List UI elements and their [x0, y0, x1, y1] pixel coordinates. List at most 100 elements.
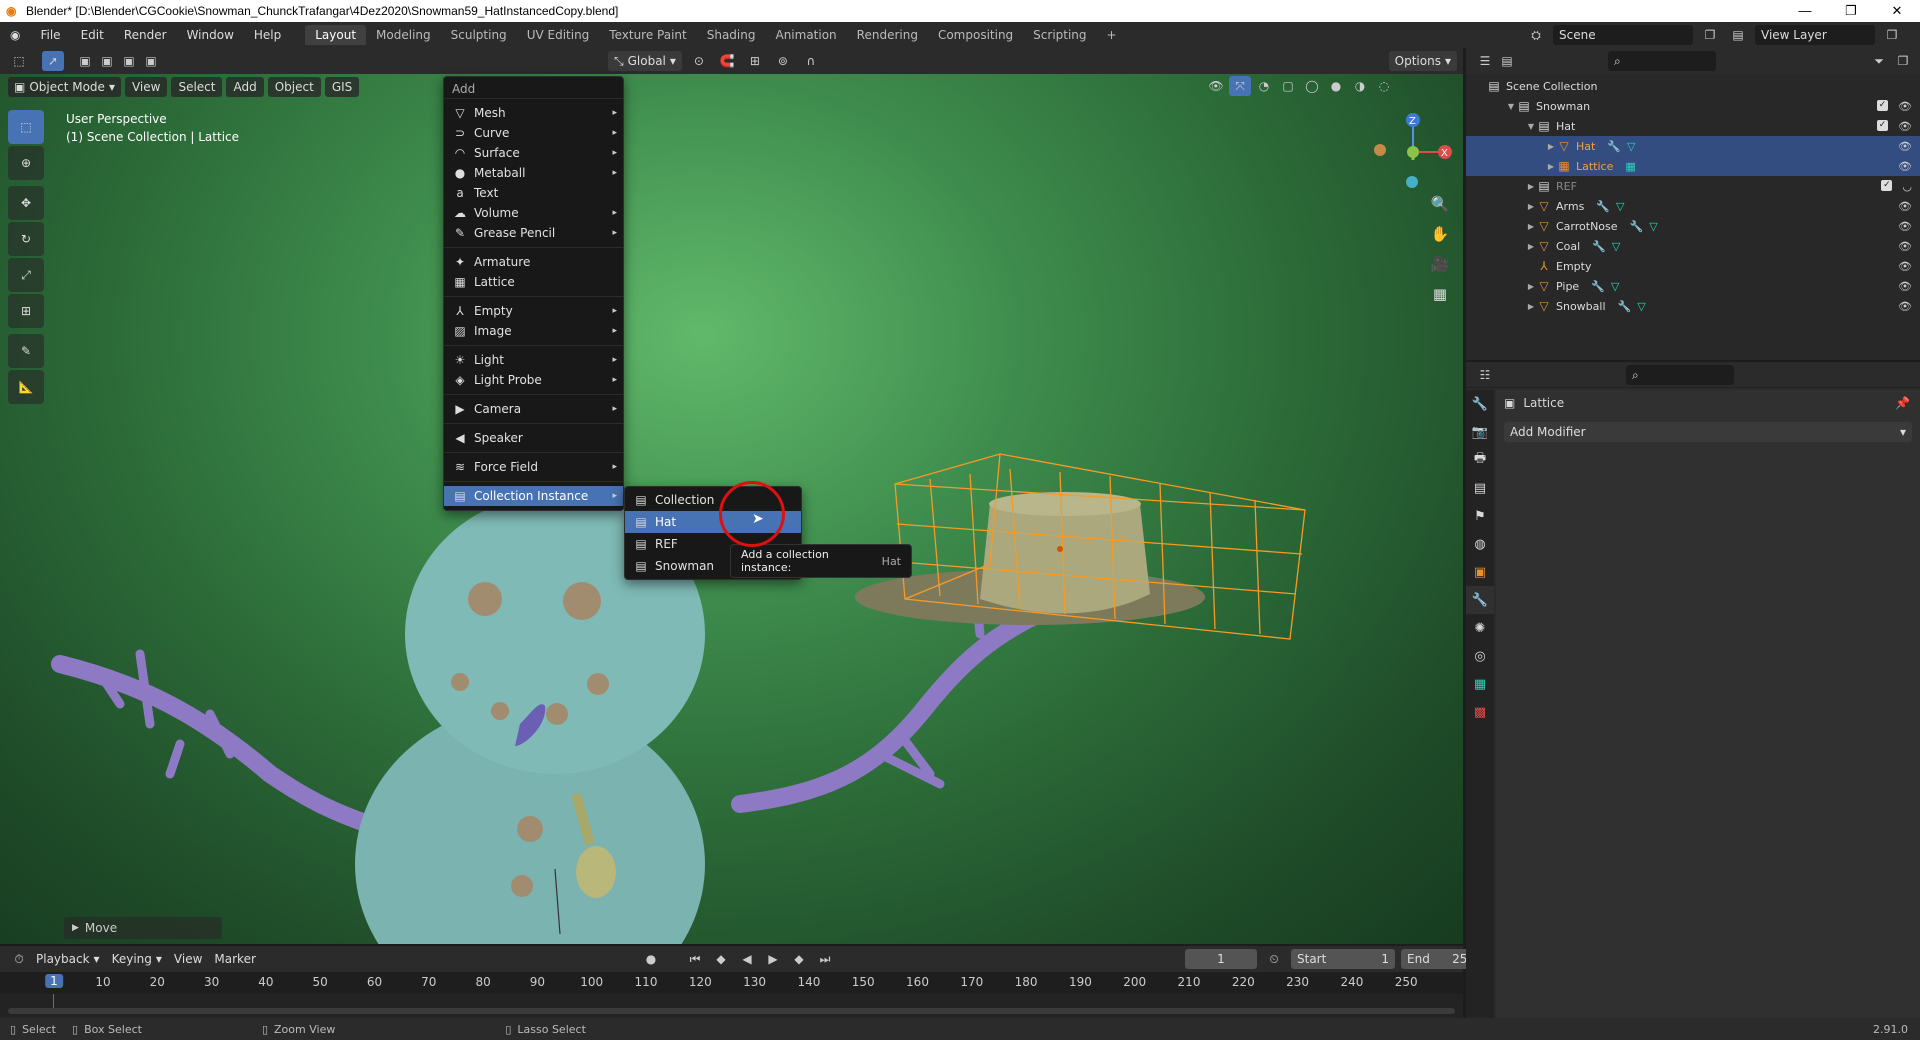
- ortho-toggle-icon[interactable]: ▦: [1428, 285, 1452, 315]
- timeline-scrollbar[interactable]: [8, 1008, 1455, 1014]
- add-menu-item-text[interactable]: a Text: [444, 183, 623, 203]
- select-mode-new-icon[interactable]: ▣: [74, 51, 96, 71]
- rotate-tool-icon[interactable]: ↻: [8, 222, 44, 256]
- pan-hand-icon[interactable]: ✋: [1428, 225, 1452, 255]
- view-layer-tab-icon[interactable]: ▤: [1466, 474, 1494, 502]
- expand-closed-icon[interactable]: ▶: [1526, 302, 1536, 311]
- outliner-row-carrotnose[interactable]: ▶ ▽ CarrotNose 🔧 ▽ 👁: [1466, 216, 1920, 236]
- add-menu-item-light[interactable]: ☀ Light ▸: [444, 350, 623, 370]
- add-menu-item-metaball[interactable]: ● Metaball ▸: [444, 163, 623, 183]
- add-menu-item-camera[interactable]: ▶ Camera ▸: [444, 399, 623, 419]
- frame-ruler[interactable]: 1 10 20 30 40 50 60 70 80 90 100 110 120 130 140 150 16…: [0, 972, 1463, 994]
- modifier-icon[interactable]: 🔧: [1596, 200, 1610, 213]
- timeline-editor-type-icon[interactable]: ⏱: [8, 949, 30, 969]
- mesh-data-icon[interactable]: ▽: [1616, 200, 1624, 213]
- select-mode-intersect-icon[interactable]: ▣: [140, 51, 162, 71]
- expand-closed-icon[interactable]: ▶: [1526, 242, 1536, 251]
- play-icon[interactable]: ▶: [762, 949, 784, 969]
- modifier-icon[interactable]: 🔧: [1630, 220, 1644, 233]
- editor-type-icon[interactable]: ⬚: [8, 51, 30, 71]
- add-modifier-dropdown[interactable]: Add Modifier ▾: [1504, 422, 1912, 442]
- expand-open-icon[interactable]: ▼: [1506, 102, 1516, 111]
- viewport-menu-select[interactable]: Select: [171, 77, 223, 97]
- expand-closed-icon[interactable]: ▶: [1526, 182, 1536, 191]
- annotate-tool-icon[interactable]: ✎: [8, 334, 44, 368]
- output-tab-icon[interactable]: 🖶: [1466, 446, 1494, 474]
- exclude-checkbox[interactable]: ✓: [1881, 179, 1893, 191]
- outliner-row-lattice[interactable]: ▶ ▦ Lattice ▦ 👁: [1466, 156, 1920, 176]
- visibility-eye-icon[interactable]: 👁: [1898, 160, 1912, 173]
- view-layer-icon[interactable]: ▤: [1727, 25, 1749, 45]
- play-reverse-icon[interactable]: ◀: [736, 949, 758, 969]
- add-menu-item-lattice[interactable]: ▦ Lattice: [444, 272, 623, 292]
- restore-button[interactable]: ❐: [1828, 0, 1874, 22]
- overlay-icon[interactable]: ◔: [1253, 76, 1275, 96]
- select-mode-extend-icon[interactable]: ▣: [96, 51, 118, 71]
- mesh-data-icon[interactable]: ▽: [1612, 240, 1620, 253]
- menu-help[interactable]: Help: [244, 28, 291, 42]
- outliner-row-scene-collection[interactable]: ▤ Scene Collection: [1466, 76, 1920, 96]
- expand-closed-icon[interactable]: ▶: [1526, 222, 1536, 231]
- outliner-row-pipe[interactable]: ▶ ▽ Pipe 🔧 ▽ 👁: [1466, 276, 1920, 296]
- tab-rendering[interactable]: Rendering: [847, 25, 928, 45]
- tab-modeling[interactable]: Modeling: [366, 25, 441, 45]
- keying-dropdown[interactable]: Keying ▾: [106, 949, 168, 969]
- outliner-row-hat[interactable]: ▶ ▽ Hat 🔧 ▽ 👁: [1466, 136, 1920, 156]
- view-layer-selector[interactable]: View Layer: [1755, 25, 1875, 45]
- marker-menu[interactable]: Marker: [208, 949, 261, 969]
- mesh-data-icon[interactable]: ▽: [1649, 220, 1657, 233]
- timeline-view-menu[interactable]: View: [168, 949, 208, 969]
- next-keyframe-icon[interactable]: ◆: [788, 949, 810, 969]
- add-menu-item-speaker[interactable]: ◀ Speaker: [444, 428, 623, 448]
- outliner-row-snowman[interactable]: ▼ ▤ Snowman ✓ 👁: [1466, 96, 1920, 116]
- prev-keyframe-icon[interactable]: ◆: [710, 949, 732, 969]
- jump-end-icon[interactable]: ⏭: [814, 949, 836, 969]
- add-menu-item-volume[interactable]: ☁ Volume ▸: [444, 203, 623, 223]
- menu-render[interactable]: Render: [114, 28, 177, 42]
- modifier-icon[interactable]: 🔧: [1592, 240, 1606, 253]
- add-menu-item-empty[interactable]: ⅄ Empty ▸: [444, 301, 623, 321]
- jump-start-icon[interactable]: ⏮: [684, 949, 706, 969]
- scale-tool-icon[interactable]: ⤢: [8, 258, 44, 292]
- snap-target-icon[interactable]: ⊞: [744, 51, 766, 71]
- visibility-eye-icon[interactable]: ◡: [1902, 180, 1912, 193]
- record-icon[interactable]: ●: [640, 949, 662, 969]
- expand-closed-icon[interactable]: ▶: [1546, 142, 1556, 151]
- tab-sculpting[interactable]: Sculpting: [441, 25, 517, 45]
- mesh-data-icon[interactable]: ▽: [1611, 280, 1619, 293]
- minimize-button[interactable]: —: [1782, 0, 1828, 22]
- tab-scripting[interactable]: Scripting: [1023, 25, 1096, 45]
- select-tool-icon[interactable]: ➚: [42, 51, 64, 71]
- expand-closed-icon[interactable]: ▶: [1546, 162, 1556, 171]
- solid-shading-icon[interactable]: ●: [1325, 76, 1347, 96]
- add-menu-item-grease-pencil[interactable]: ✎ Grease Pencil ▸: [444, 223, 623, 243]
- viewport-menu-view[interactable]: View: [124, 77, 168, 97]
- visibility-eye-icon[interactable]: 👁: [1898, 240, 1912, 253]
- options-dropdown[interactable]: Options ▾: [1388, 51, 1457, 71]
- last-operator-panel[interactable]: ▶ Move: [64, 917, 222, 939]
- menu-file[interactable]: File: [30, 28, 70, 42]
- object-tab-icon[interactable]: ▣: [1466, 558, 1494, 586]
- material-shading-icon[interactable]: ◑: [1349, 76, 1371, 96]
- mesh-data-icon[interactable]: ▽: [1627, 140, 1635, 153]
- expand-closed-icon[interactable]: ▶: [1526, 282, 1536, 291]
- visibility-eye-icon[interactable]: 👁: [1898, 280, 1912, 293]
- pin-icon[interactable]: 📌: [1895, 396, 1910, 410]
- close-button[interactable]: ✕: [1874, 0, 1920, 22]
- outliner-row-coal[interactable]: ▶ ▽ Coal 🔧 ▽ 👁: [1466, 236, 1920, 256]
- orientation-dropdown[interactable]: ⤡ Global ▾: [608, 51, 682, 71]
- modifier-icon[interactable]: 🔧: [1591, 280, 1605, 293]
- outliner-search-input[interactable]: ⌕: [1608, 51, 1716, 71]
- add-menu-item-light-probe[interactable]: ◈ Light Probe ▸: [444, 370, 623, 390]
- current-frame-marker[interactable]: 1: [45, 974, 63, 988]
- texture-tab-icon[interactable]: ▩: [1466, 698, 1494, 726]
- new-view-layer-icon[interactable]: ❐: [1881, 25, 1903, 45]
- tab-compositing[interactable]: Compositing: [928, 25, 1023, 45]
- properties-search-input[interactable]: ⌕: [1626, 364, 1734, 385]
- visibility-eye-icon[interactable]: 👁: [1898, 300, 1912, 313]
- select-mode-subtract-icon[interactable]: ▣: [118, 51, 140, 71]
- measure-tool-icon[interactable]: 📐: [8, 370, 44, 404]
- scene-icon[interactable]: ⛭: [1525, 25, 1547, 45]
- outliner-row-snowball[interactable]: ▶ ▽ Snowball 🔧 ▽ 👁: [1466, 296, 1920, 316]
- particles-tab-icon[interactable]: ✺: [1466, 614, 1494, 642]
